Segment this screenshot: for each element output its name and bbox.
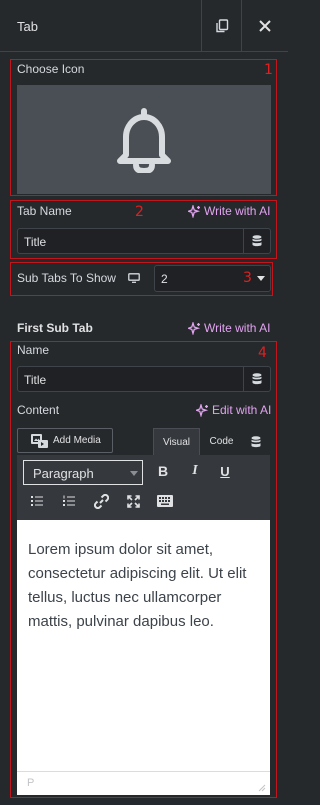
fullscreen-button[interactable]	[123, 491, 143, 511]
add-media-label: Add Media	[53, 435, 101, 446]
annotation-2: 2	[135, 204, 144, 220]
editor-path: P	[27, 777, 35, 789]
format-select[interactable]: Paragraph	[23, 460, 143, 485]
sub-tab-name-input[interactable]: Title	[17, 366, 271, 392]
numbered-list-button[interactable]	[59, 492, 79, 510]
code-tab[interactable]: Code	[201, 428, 242, 455]
content-label: Content	[17, 403, 60, 417]
tab-name-input[interactable]: Title	[17, 228, 271, 254]
close-icon	[259, 20, 271, 32]
database-icon	[252, 235, 262, 247]
insert-link-button[interactable]	[91, 491, 111, 511]
dynamic-tags-button[interactable]	[243, 229, 270, 253]
write-with-ai-button[interactable]: Write with AI	[188, 204, 270, 218]
bullet-list-icon	[31, 496, 43, 506]
panel-header: Tab	[0, 0, 288, 52]
tab-name-label: Tab Name	[17, 204, 72, 218]
dynamic-tags-button-3[interactable]	[242, 428, 270, 455]
editor-status-bar: P	[17, 771, 270, 795]
database-icon	[251, 435, 261, 447]
code-tab-label: Code	[209, 436, 234, 447]
italic-button[interactable]: I	[185, 461, 205, 481]
resize-handle-icon[interactable]	[258, 784, 266, 792]
keyboard-icon	[157, 495, 173, 507]
write-with-ai-label-2: Write with AI	[204, 321, 271, 335]
bullet-list-button[interactable]	[27, 492, 47, 510]
choose-icon-label: Choose Icon	[17, 62, 85, 76]
sub-tabs-select[interactable]: 2 3	[154, 265, 271, 292]
copy-button[interactable]	[201, 0, 241, 52]
database-icon	[252, 373, 262, 385]
icon-picker-preview[interactable]	[17, 85, 271, 194]
edit-with-ai-label: Edit with AI	[212, 403, 272, 417]
bell-icon	[117, 107, 171, 173]
annotation-3: 3	[243, 270, 252, 286]
media-icon	[31, 433, 48, 448]
tab-name-value: Title	[24, 235, 47, 249]
sub-tabs-value: 2	[161, 272, 168, 286]
toolbar-toggle-button[interactable]	[155, 491, 175, 511]
editor-content-area[interactable]: Lorem ipsum dolor sit amet, consectetur …	[17, 520, 270, 771]
sub-tabs-label: Sub Tabs To Show	[17, 271, 116, 285]
editor-content-text: Lorem ipsum dolor sit amet, consectetur …	[28, 541, 247, 630]
dynamic-tags-button-2[interactable]	[243, 367, 270, 391]
numbered-list-icon	[63, 495, 75, 506]
sparkle-icon	[196, 403, 209, 417]
sub-tab-name-value: Title	[24, 373, 47, 387]
copy-icon	[215, 19, 228, 33]
first-sub-tab-title: First Sub Tab	[17, 321, 93, 335]
link-icon	[93, 493, 109, 509]
add-media-button[interactable]: Add Media	[17, 428, 113, 453]
visual-tab-label: Visual	[162, 436, 191, 448]
sparkle-icon	[188, 321, 201, 335]
chevron-down-icon	[130, 471, 138, 476]
annotation-4: 4	[258, 345, 267, 361]
panel-title: Tab	[17, 19, 38, 34]
edit-with-ai-button[interactable]: Edit with AI	[196, 403, 271, 417]
annotation-1: 1	[264, 62, 273, 78]
fullscreen-icon	[126, 494, 140, 508]
write-with-ai-label: Write with AI	[204, 204, 271, 218]
sparkle-icon	[188, 204, 201, 218]
editor-toolbar: Paragraph B I U	[17, 455, 270, 520]
chevron-down-icon	[257, 276, 265, 281]
close-button[interactable]	[241, 0, 288, 52]
responsive-device-button[interactable]	[128, 272, 140, 286]
desktop-icon	[128, 273, 140, 283]
visual-tab[interactable]: Visual	[153, 428, 200, 455]
format-select-value: Paragraph	[33, 466, 94, 481]
write-with-ai-button-2[interactable]: Write with AI	[188, 321, 270, 335]
bold-button[interactable]: B	[153, 461, 173, 481]
underline-button[interactable]: U	[215, 461, 235, 481]
name-label: Name	[17, 343, 50, 357]
